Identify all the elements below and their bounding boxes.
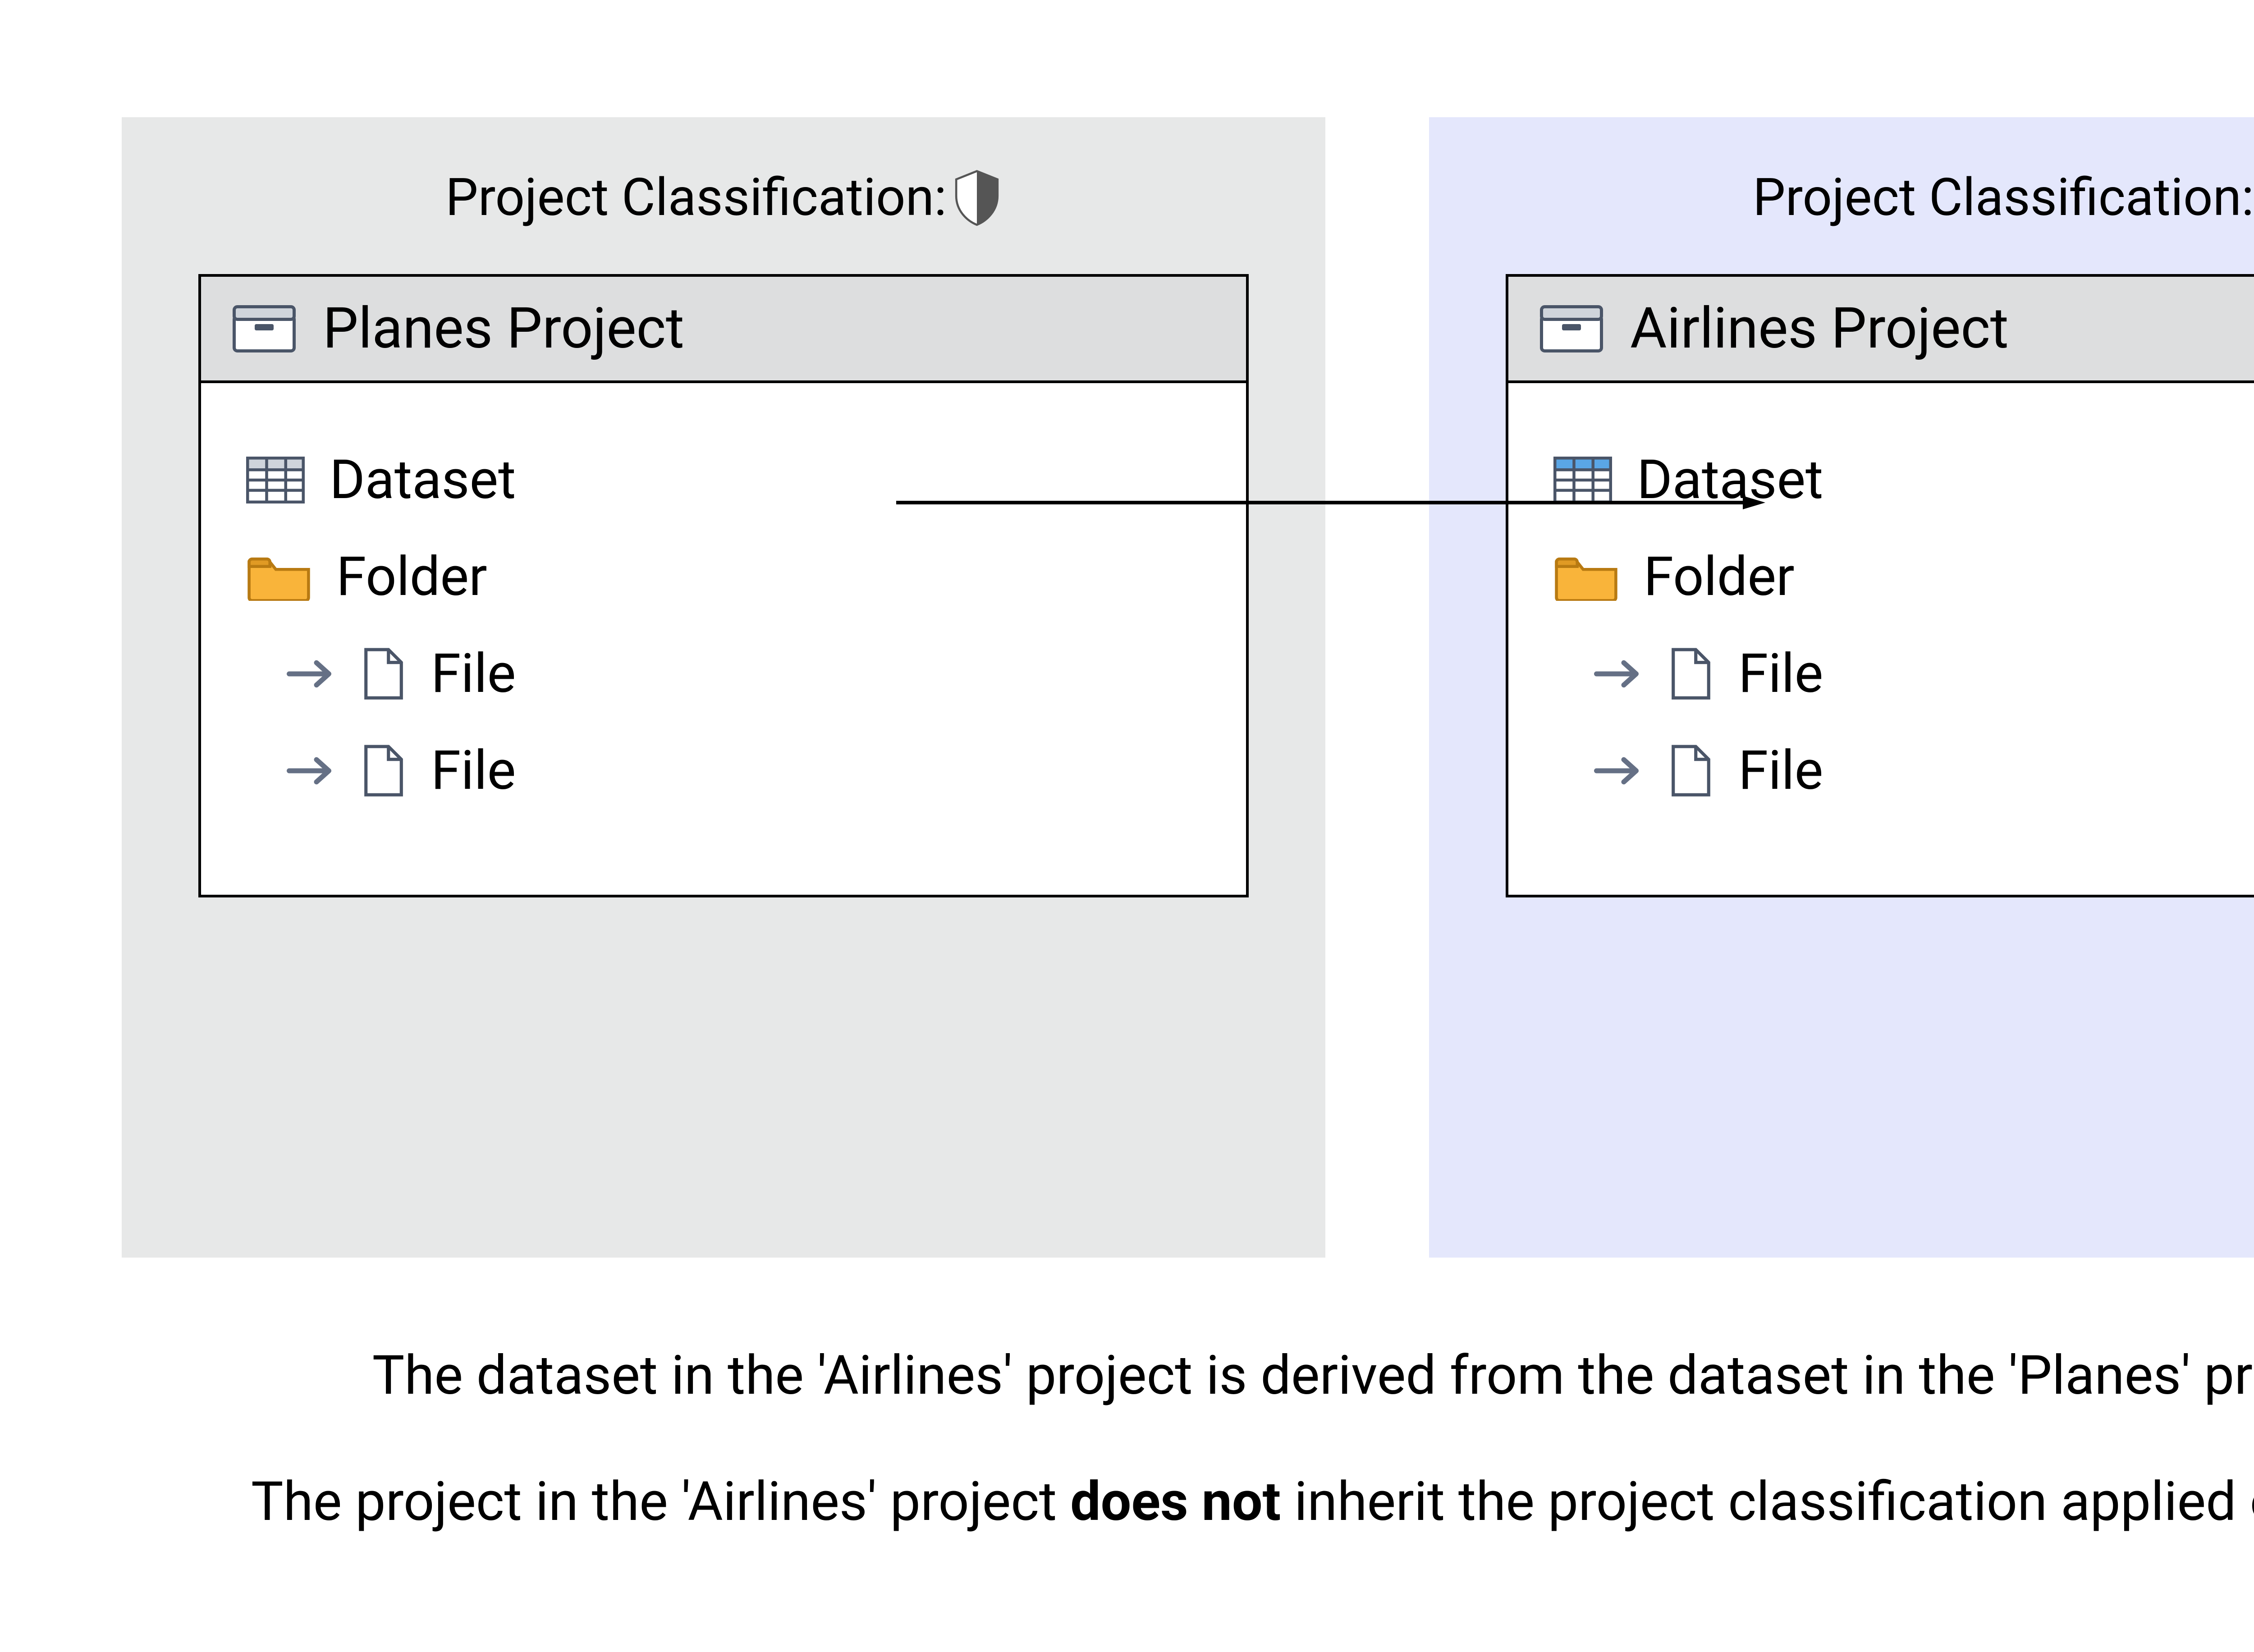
panel-airlines: Project Classification:: [1429, 117, 2254, 1258]
shield-icon: [952, 169, 1002, 227]
project-header: Airlines Project: [1508, 277, 2254, 383]
dataset-row: Dataset: [1553, 444, 2254, 516]
arrow-right-icon: [1594, 755, 1644, 787]
caption-2-post: inherit the project classification appli…: [1281, 1470, 2254, 1533]
caption-2-pre: The project in the 'Airlines' project: [251, 1470, 1070, 1533]
folder-label: Folder: [336, 545, 487, 609]
classification-label: Project Classification:: [1753, 167, 2254, 229]
folder-row: Folder: [246, 541, 1201, 613]
folder-row: Folder: [1553, 541, 2254, 613]
diagram-area: Project Classification:: [0, 0, 2254, 1652]
file-icon: [361, 646, 406, 702]
file-label: File: [1738, 738, 1823, 803]
dataset-label: Dataset: [1637, 448, 1823, 513]
project-title: Airlines Project: [1630, 295, 2009, 362]
file-label: File: [1738, 641, 1823, 706]
classification-row: Project Classification:: [1506, 167, 2254, 229]
project-title: Planes Project: [323, 295, 684, 362]
dataset-row: Dataset: [246, 444, 1201, 516]
caption-line-2: The project in the 'Airlines' project do…: [0, 1469, 2254, 1534]
file-label: File: [431, 738, 516, 803]
folder-icon: [246, 552, 312, 602]
dataset-grid-icon: [1553, 455, 1612, 505]
file-icon: [361, 743, 406, 799]
dataset-label: Dataset: [330, 448, 516, 513]
file-row-2: File: [1594, 735, 2254, 807]
file-row-2: File: [287, 735, 1201, 807]
file-label: File: [431, 641, 516, 706]
project-box-icon: [233, 304, 296, 353]
dataset-grid-icon: [246, 455, 305, 505]
caption-line-1: The dataset in the 'Airlines' project is…: [0, 1343, 2254, 1408]
arrow-right-icon: [287, 755, 336, 787]
file-row-1: File: [1594, 638, 2254, 710]
caption-2-bold: does not: [1070, 1470, 1281, 1533]
project-box: Planes Project: [198, 274, 1249, 897]
classification-row: Project Classification:: [198, 167, 1249, 229]
file-icon: [1668, 743, 1713, 799]
file-icon: [1668, 646, 1713, 702]
folder-label: Folder: [1644, 545, 1795, 609]
project-box: Airlines Project: [1506, 274, 2254, 897]
file-row-1: File: [287, 638, 1201, 710]
project-header: Planes Project: [201, 277, 1246, 383]
arrow-right-icon: [1594, 658, 1644, 690]
panel-planes: Project Classification:: [122, 117, 1325, 1258]
project-body: Dataset Folder: [1508, 383, 2254, 895]
folder-icon: [1553, 552, 1619, 602]
arrow-right-icon: [287, 658, 336, 690]
classification-label: Project Classification:: [445, 167, 947, 229]
project-body: Dataset Folder: [201, 383, 1246, 895]
project-box-icon: [1540, 304, 1603, 353]
